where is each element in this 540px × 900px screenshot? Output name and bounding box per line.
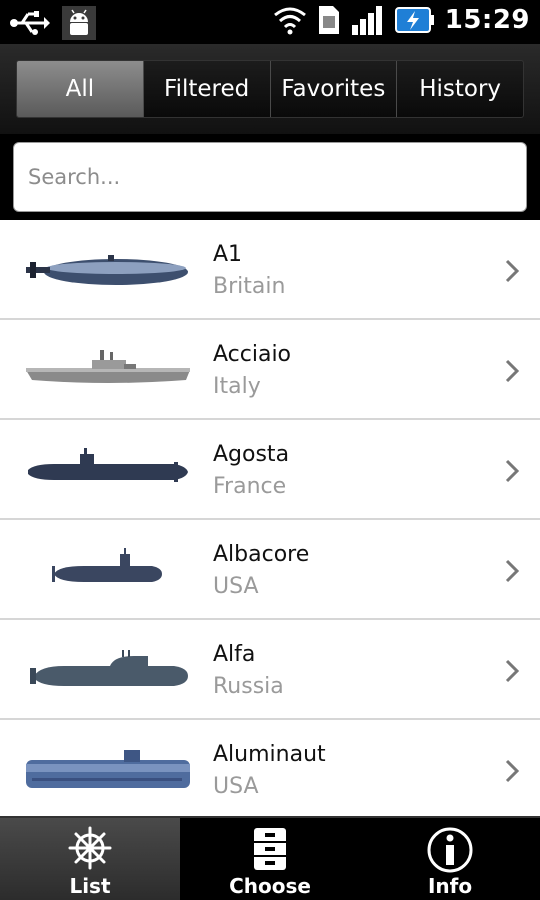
submarine-name: Albacore	[213, 542, 310, 567]
submarine-country: France	[213, 474, 287, 499]
submarine-list: A1 Britain Acciaio Italy Agosta France A…	[0, 220, 540, 816]
bottom-tab-label: Info	[427, 874, 473, 898]
chevron-right-icon	[505, 459, 520, 483]
submarine-name: Acciaio	[213, 342, 292, 367]
submarine-country: USA	[213, 574, 259, 599]
clock-time: 15:29	[444, 5, 530, 35]
tab-filtered[interactable]: Filtered	[142, 61, 270, 117]
chevron-right-icon	[505, 659, 520, 683]
submarine-name: Aluminaut	[213, 742, 326, 767]
submarine-acciaio-image	[26, 350, 190, 383]
chevron-right-icon	[505, 359, 520, 383]
list-item[interactable]: A1 Britain	[0, 220, 540, 320]
submarine-albacore-image	[52, 548, 162, 582]
submarine-country: USA	[213, 774, 259, 799]
chevron-right-icon	[505, 259, 520, 283]
sim-icon	[318, 6, 339, 34]
submarine-country: Russia	[213, 674, 284, 699]
chevron-right-icon	[505, 559, 520, 583]
top-tab-bar: All Filtered Favorites History	[0, 44, 540, 134]
search-input[interactable]	[13, 142, 527, 212]
submarine-country: Britain	[213, 274, 286, 299]
list-item[interactable]: Aluminaut USA	[0, 720, 540, 816]
tab-history[interactable]: History	[396, 61, 523, 117]
bottom-tab-list[interactable]: List	[0, 818, 180, 900]
filing-cabinet-icon	[254, 828, 286, 870]
submarine-name: Alfa	[213, 642, 256, 667]
info-icon	[427, 827, 473, 873]
submarine-agosta-image	[28, 448, 188, 482]
submarine-a1-image	[26, 255, 188, 285]
tab-favorites[interactable]: Favorites	[269, 61, 397, 117]
list-item[interactable]: Alfa Russia	[0, 620, 540, 720]
usb-icon	[10, 11, 50, 35]
segmented-control: All Filtered Favorites History	[16, 60, 524, 118]
bottom-tab-label: List	[69, 874, 111, 898]
bottom-tab-label: Choose	[229, 874, 311, 898]
search-bar	[0, 134, 540, 220]
submarine-country: Italy	[213, 374, 261, 399]
tab-all[interactable]: All	[17, 61, 143, 117]
signal-icon	[351, 6, 382, 35]
bottom-tab-bar: List Choose Info	[0, 816, 540, 900]
battery-charging-icon	[394, 7, 434, 33]
list-item[interactable]: Acciaio Italy	[0, 320, 540, 420]
chevron-right-icon	[505, 759, 520, 783]
list-item[interactable]: Agosta France	[0, 420, 540, 520]
ship-wheel-icon	[68, 826, 112, 870]
submarine-alfa-image	[30, 650, 188, 686]
android-debug-icon	[62, 6, 96, 40]
submarine-aluminaut-image	[26, 750, 190, 788]
list-item[interactable]: Albacore USA	[0, 520, 540, 620]
submarine-name: Agosta	[213, 442, 290, 467]
submarine-name: A1	[213, 242, 243, 267]
bottom-tab-choose[interactable]: Choose	[180, 818, 360, 900]
status-bar: 15:29	[0, 0, 540, 44]
bottom-tab-info[interactable]: Info	[360, 818, 540, 900]
wifi-icon	[273, 7, 306, 35]
